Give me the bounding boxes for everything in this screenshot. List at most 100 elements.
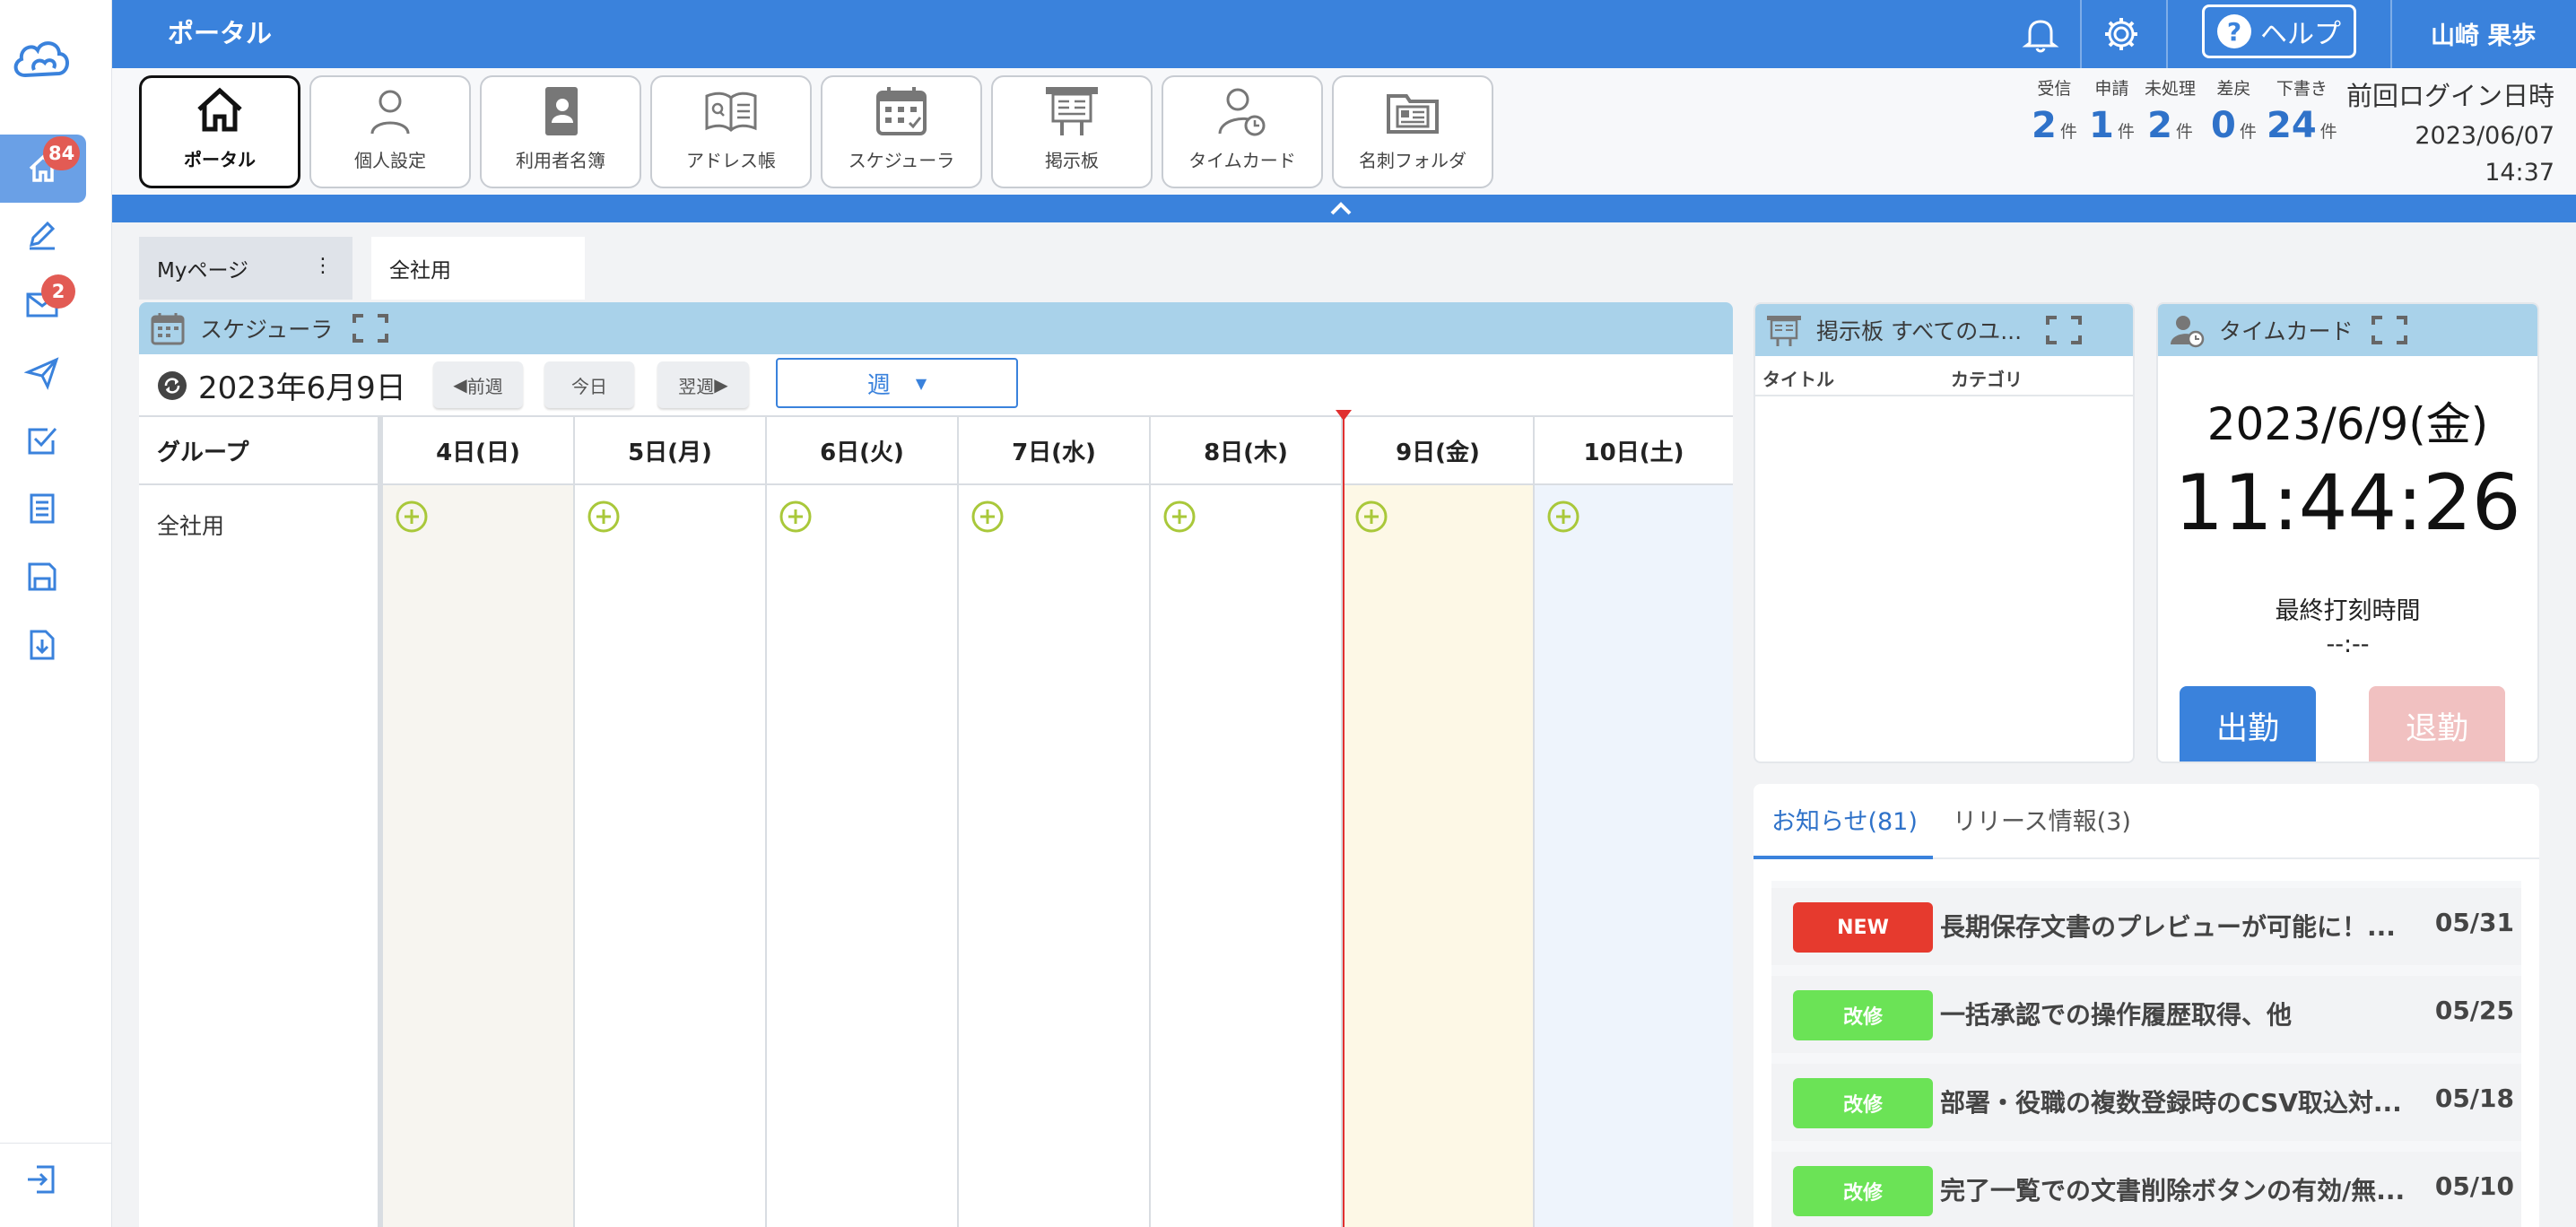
day-column-mon[interactable]: 5日(月) [575,417,767,1227]
news-item[interactable]: 改修 一括承認での操作履歴取得、他 05/25 [1771,976,2521,1053]
tool-label: 掲示板 [1045,150,1099,171]
rail-send-button[interactable] [16,346,68,398]
person-icon [370,90,410,135]
topbar-separator [2166,0,2168,68]
counter-header: 下書き [2276,79,2328,99]
counter-unprocessed[interactable]: 未処理 2件 [2145,75,2196,146]
user-name[interactable]: 山崎 果歩 [2431,16,2536,51]
tab-company[interactable]: 全社用 [371,237,585,300]
day-header: 9日(金) [1343,417,1533,485]
news-date: 05/31 [2434,908,2514,937]
counter-draft[interactable]: 下書き 24 件 [2267,75,2337,146]
view-select[interactable]: 週 ▼ [776,358,1018,408]
counter-unit: 件 [2239,122,2257,142]
column-category[interactable]: カテゴリ [1951,365,2023,391]
tool-address-book-button[interactable]: アドレス帳 [650,75,812,188]
day-column-sat[interactable]: 10日(土) [1535,417,1733,1227]
timecard-clock: 11:44:26 [2174,458,2521,548]
panel-title: タイムカード [2219,318,2354,344]
day-column-sun[interactable]: 4日(日) [383,417,575,1227]
tool-directory-button[interactable]: 利用者名簿 [480,75,641,188]
expand-icon[interactable] [351,312,390,344]
tool-portal-button[interactable]: ポータル [139,75,300,188]
date-text: 2023年6月9日 [198,370,406,406]
expand-icon[interactable] [2044,314,2084,346]
tab-notices[interactable]: お知らせ(81) [1771,802,1918,837]
tool-bulletin-board-button[interactable]: 掲示板 [991,75,1153,188]
scheduler-panel: スケジューラ 2023年6月9日 ◀ 前週 今日 翌週 ▶ 週 ▼ グループ 全社用… [139,302,1733,1227]
tool-personal-settings-button[interactable]: 個人設定 [309,75,471,188]
button-label: 前週 [466,375,503,397]
column-title[interactable]: タイトル [1762,365,1834,391]
add-event-icon[interactable] [1354,500,1388,534]
day-column-wed[interactable]: 7日(水) [959,417,1151,1227]
address-book-icon [705,91,757,132]
bulletin-board-panel: 掲示板 すべてのユ... タイトル カテゴリ [1754,302,2135,763]
news-title: 部署・役職の複数登録時のCSV取込対... [1940,1088,2402,1118]
rail-compose-button[interactable] [16,210,68,262]
rail-home-button[interactable]: 84 [0,135,86,203]
home-icon [197,87,242,132]
toolbar-collapse-bar[interactable] [112,195,2576,222]
news-tabs: お知らせ(81) リリース情報(3) [1754,784,2539,859]
clock-in-button[interactable]: 出勤 [2180,686,2316,761]
counter-value: 2 [2147,105,2172,146]
counter-unit: 件 [2117,122,2135,142]
news-item[interactable]: NEW 長期保存文書のプレビューが可能に！... 05/31 [1771,888,2521,965]
news-date: 05/10 [2434,1171,2514,1201]
tool-label: アドレス帳 [686,150,776,171]
help-button[interactable]: ? ヘルプ [2202,4,2356,58]
add-event-icon[interactable] [1162,500,1197,534]
next-week-button[interactable]: 翌週 ▶ [657,361,749,408]
add-event-icon[interactable] [779,500,813,534]
chevron-up-icon [1330,202,1352,215]
rail-approve-button[interactable] [16,414,68,466]
counter-received[interactable]: 受信 2件 [2032,75,2077,146]
day-column-fri[interactable]: 9日(金) [1343,417,1535,1227]
timecard-icon [1218,88,1266,136]
counter-applied[interactable]: 申請 1件 [2089,75,2135,146]
timecard-header: タイムカード [2158,304,2537,356]
counter-header: 未処理 [2145,79,2197,99]
rail-logout-button[interactable] [16,1153,68,1205]
expand-icon[interactable] [2370,314,2409,346]
tool-label: 個人設定 [354,150,426,171]
cloud-logo-icon[interactable] [9,30,74,84]
news-badge: 改修 [1793,990,1933,1040]
rail-save-button[interactable] [16,551,68,603]
rail-mail-button[interactable]: 2 [16,274,75,330]
counter-returned[interactable]: 差戻 0件 [2211,75,2257,146]
tool-timecard-button[interactable]: タイムカード [1162,75,1323,188]
add-event-icon[interactable] [970,500,1005,534]
calendar-icon [876,87,927,135]
rail-document-button[interactable] [16,483,68,535]
rail-download-button[interactable] [16,619,68,671]
kebab-menu-icon[interactable]: ⋮ [313,255,333,277]
add-event-icon[interactable] [395,500,429,534]
prev-week-button[interactable]: ◀ 前週 [433,361,523,408]
checkbox-icon [28,428,57,455]
refresh-icon[interactable] [157,370,187,401]
news-item[interactable]: 改修 部署・役職の複数登録時のCSV取込対... 05/18 [1771,1064,2521,1141]
business-card-folder-icon [1387,94,1439,134]
mail-badge: 2 [41,274,75,309]
notification-button[interactable] [2014,7,2067,61]
clock-out-button[interactable]: 退勤 [2369,686,2505,761]
add-event-icon[interactable] [587,500,621,534]
bell-icon [2022,20,2059,53]
last-login-label: 前回ログイン日時 [2345,81,2554,111]
add-event-icon[interactable] [1546,500,1580,534]
day-column-thu[interactable]: 8日(木) [1151,417,1343,1227]
day-column-tue[interactable]: 6日(火) [767,417,959,1227]
news-item[interactable]: 改修 完了一覧での文書削除ボタンの有効/無... 05/10 [1771,1152,2521,1227]
tab-my-page[interactable]: Myページ ⋮ [139,237,352,300]
tool-business-card-folder-button[interactable]: 名刺フォルダ [1332,75,1493,188]
tab-release-info[interactable]: リリース情報(3) [1953,802,2131,837]
download-document-icon [30,630,55,660]
settings-button[interactable] [2094,7,2148,61]
tool-scheduler-button[interactable]: スケジューラ [821,75,982,188]
today-button[interactable]: 今日 [544,361,634,408]
document-icon [30,493,55,524]
last-stamp-label: 最終打刻時間 [2275,597,2421,625]
day-header: 4日(日) [383,417,573,485]
